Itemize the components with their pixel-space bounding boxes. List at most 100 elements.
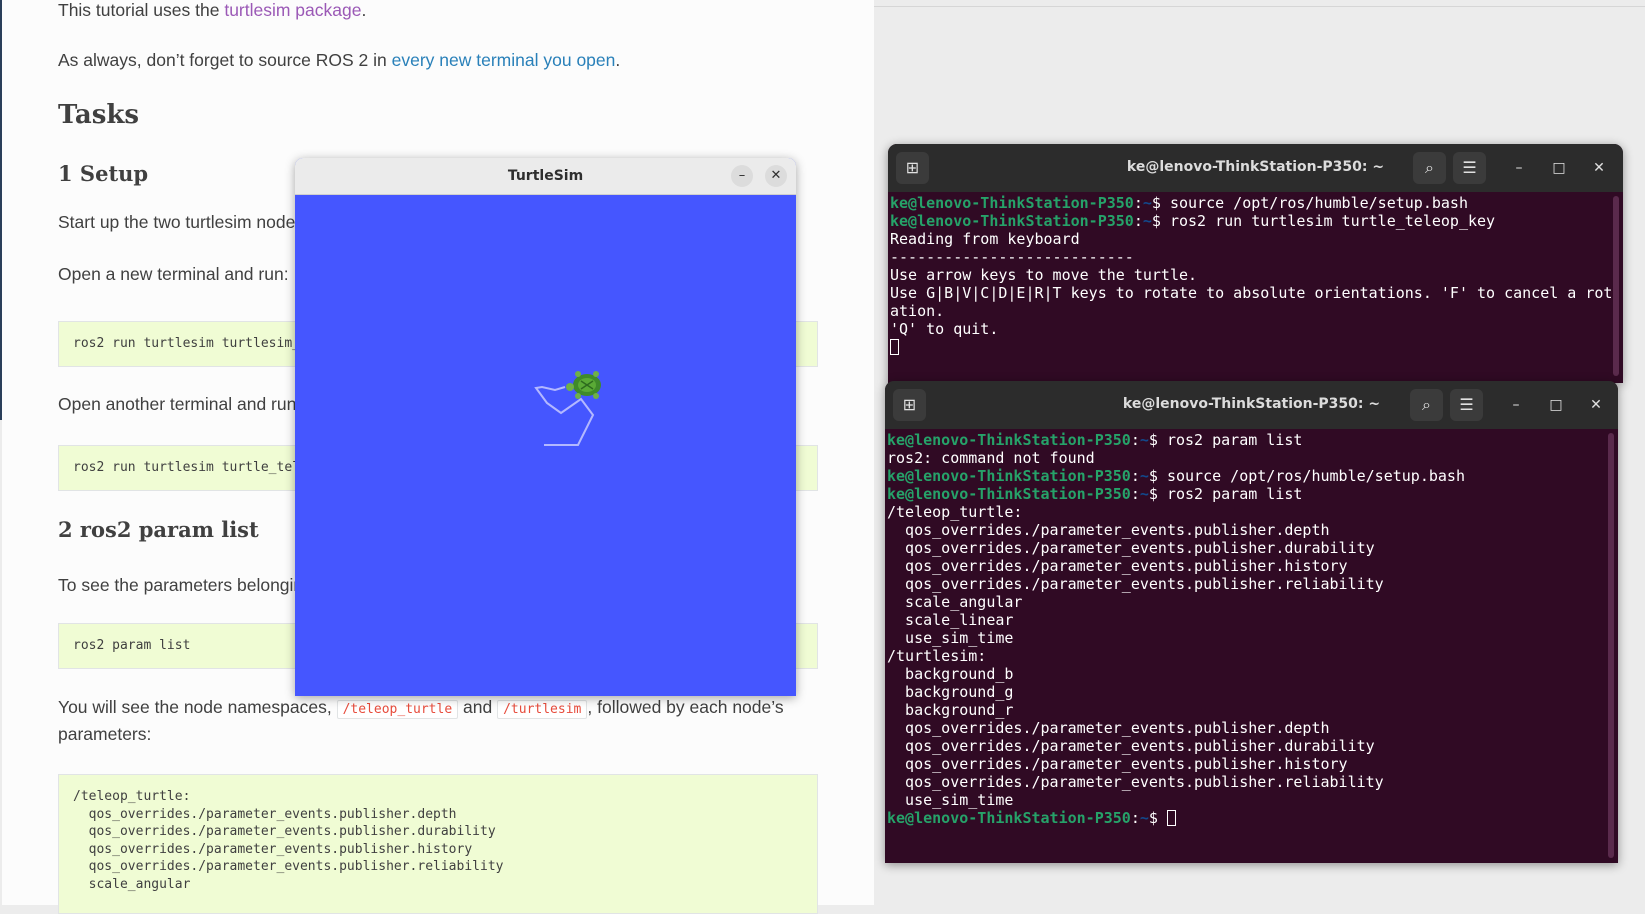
tasks-heading: Tasks bbox=[58, 100, 139, 130]
namespaces-paragraph: You will see the node namespaces, /teleo… bbox=[58, 697, 784, 719]
search-icon: ⌕ bbox=[1422, 395, 1431, 414]
param-list-text: To see the parameters belongin bbox=[58, 575, 304, 595]
close-button[interactable]: ✕ bbox=[765, 165, 787, 187]
source-text: As always, don’t forget to source ROS 2 … bbox=[58, 50, 392, 70]
namespaces-line2: parameters: bbox=[58, 724, 152, 744]
intro-paragraph: This tutorial uses the turtlesim package… bbox=[58, 0, 366, 21]
minimize-icon: – bbox=[1515, 160, 1523, 176]
namespaces-suffix: , followed by each node’s bbox=[587, 697, 784, 717]
minimize-icon: – bbox=[738, 168, 746, 183]
prompt-command: $ bbox=[1148, 809, 1167, 827]
turtlesim-title: TurtleSim bbox=[507, 168, 584, 184]
turtle-trail-canvas bbox=[534, 371, 601, 446]
namespaces-text: You will see the node namespaces, bbox=[58, 697, 337, 717]
code-output-lines: /teleop_turtle: qos_overrides./parameter… bbox=[73, 789, 503, 894]
source-paragraph: As always, don’t forget to source ROS 2 … bbox=[58, 50, 620, 71]
terminal-1-headerbar[interactable]: ⊞ ke@lenovo-ThinkStation-P350: ~ ⌕ ☰ – □… bbox=[888, 144, 1623, 192]
terminal-window-2[interactable]: ⊞ ke@lenovo-ThinkStation-P350: ~ ⌕ ☰ – □… bbox=[885, 381, 1618, 863]
terminal-output-line: qos_overrides./parameter_events.publishe… bbox=[887, 521, 1330, 539]
code-line: ros2 run turtlesim turtle_tel bbox=[73, 460, 300, 475]
terminal-output-line: --------------------------- bbox=[890, 248, 1134, 266]
close-button[interactable]: ✕ bbox=[1586, 395, 1606, 415]
terminal-output-line: qos_overrides./parameter_events.publishe… bbox=[887, 575, 1384, 593]
menu-button[interactable]: ☰ bbox=[1453, 152, 1486, 184]
setup-heading: 1 Setup bbox=[58, 161, 149, 186]
terminal-output-line: Reading from keyboard bbox=[890, 230, 1080, 248]
terminal-cursor-line bbox=[890, 338, 1609, 356]
terminal-prompt-line: ke@lenovo-ThinkStation-P350:~$ source /o… bbox=[890, 194, 1609, 212]
turtlesim-package-link[interactable]: turtlesim package bbox=[224, 0, 361, 20]
terminal-output-line: Use G|B|V|C|D|E|R|T keys to rotate to ab… bbox=[890, 284, 1613, 302]
terminal-output-line: scale_angular bbox=[887, 593, 1023, 611]
terminal-output-line: use_sim_time bbox=[887, 791, 1014, 809]
close-icon: ✕ bbox=[1593, 160, 1605, 176]
turtlesim-titlebar[interactable]: TurtleSim – ✕ bbox=[295, 158, 796, 195]
prompt-command: $ source /opt/ros/humble/setup.bash bbox=[1151, 194, 1468, 212]
terminal-output-line: background_g bbox=[887, 683, 1014, 701]
prompt-user-host: ke@lenovo-ThinkStation-P350 bbox=[887, 485, 1131, 503]
search-button[interactable]: ⌕ bbox=[1410, 389, 1443, 421]
code-line: qos_overrides./parameter_events.publishe… bbox=[73, 806, 457, 822]
terminal-output-line: Use arrow keys to move the turtle. bbox=[890, 266, 1198, 284]
prompt-command: $ ros2 param list bbox=[1148, 485, 1303, 503]
setup-text: Start up the two turtlesim node bbox=[58, 212, 296, 232]
prompt-user-host: ke@lenovo-ThinkStation-P350 bbox=[890, 194, 1134, 212]
prompt-command: $ source /opt/ros/humble/setup.bash bbox=[1148, 467, 1465, 485]
terminal-window-1[interactable]: ⊞ ke@lenovo-ThinkStation-P350: ~ ⌕ ☰ – □… bbox=[888, 144, 1623, 383]
close-button[interactable]: ✕ bbox=[1589, 158, 1609, 178]
param-list-heading: 2 ros2 param list bbox=[58, 517, 259, 542]
terminal-output-line: qos_overrides./parameter_events.publishe… bbox=[887, 737, 1375, 755]
open-terminal-text: Open a new terminal and run: bbox=[58, 264, 289, 284]
terminal-cursor bbox=[890, 339, 899, 355]
terminal-output-line: ation. bbox=[890, 302, 945, 320]
prompt-user-host: ke@lenovo-ThinkStation-P350 bbox=[890, 212, 1134, 230]
minimize-button[interactable]: – bbox=[1506, 395, 1526, 415]
open-another-text: Open another terminal and run bbox=[58, 394, 297, 414]
code-line: ros2 param list bbox=[73, 638, 191, 653]
minimize-button[interactable]: – bbox=[1509, 158, 1529, 178]
prompt-user-host: ke@lenovo-ThinkStation-P350 bbox=[887, 809, 1131, 827]
turtlesim-window[interactable]: TurtleSim – ✕ bbox=[295, 158, 796, 696]
window-left-edge bbox=[0, 0, 2, 420]
terminal-prompt-line: ke@lenovo-ThinkStation-P350:~$ source /o… bbox=[887, 467, 1604, 485]
prompt-separator: : bbox=[1130, 431, 1140, 449]
prompt-separator: : bbox=[1130, 809, 1140, 827]
prompt-path: ~ bbox=[1139, 485, 1149, 503]
terminal-1-output[interactable]: ke@lenovo-ThinkStation-P350:~$ source /o… bbox=[890, 194, 1613, 356]
prompt-path: ~ bbox=[1139, 431, 1149, 449]
namespaces-and: and bbox=[458, 697, 498, 717]
code-line: qos_overrides./parameter_events.publishe… bbox=[73, 824, 496, 839]
menu-button[interactable]: ☰ bbox=[1450, 389, 1483, 421]
intro-suffix: . bbox=[361, 0, 367, 20]
maximize-icon: □ bbox=[1552, 160, 1566, 176]
search-icon: ⌕ bbox=[1425, 158, 1434, 177]
code-line: qos_overrides./parameter_events.publishe… bbox=[73, 859, 504, 874]
code-line: /teleop_turtle: bbox=[73, 789, 191, 804]
maximize-button[interactable]: □ bbox=[1549, 158, 1569, 178]
code-line: ros2 run turtlesim turtlesim_ bbox=[73, 336, 300, 351]
maximize-button[interactable]: □ bbox=[1546, 395, 1566, 415]
terminal-prompt-line: ke@lenovo-ThinkStation-P350:~$ ros2 run … bbox=[890, 212, 1609, 230]
inline-code-turtlesim: /turtlesim bbox=[497, 700, 588, 719]
prompt-path: ~ bbox=[1139, 809, 1149, 827]
code-line: scale_angular bbox=[73, 876, 191, 892]
inline-code-teleop-turtle: /teleop_turtle bbox=[336, 700, 459, 719]
terminal-2-output[interactable]: ke@lenovo-ThinkStation-P350:~$ ros2 para… bbox=[887, 431, 1604, 827]
terminal-2-scrollbar[interactable] bbox=[1608, 433, 1614, 858]
prompt-user-host: ke@lenovo-ThinkStation-P350 bbox=[887, 467, 1131, 485]
search-button[interactable]: ⌕ bbox=[1413, 152, 1446, 184]
source-suffix: . bbox=[615, 50, 621, 70]
prompt-path: ~ bbox=[1142, 212, 1152, 230]
hamburger-menu-icon: ☰ bbox=[1462, 158, 1477, 177]
terminal-output-line: scale_linear bbox=[887, 611, 1014, 629]
terminal-output-line: use_sim_time bbox=[887, 629, 1014, 647]
terminal-prompt-line: ke@lenovo-ThinkStation-P350:~$ bbox=[887, 809, 1604, 827]
terminal-output-line: ros2: command not found bbox=[887, 449, 1095, 467]
terminal-1-scrollbar[interactable] bbox=[1613, 196, 1619, 376]
minimize-button[interactable]: – bbox=[731, 165, 753, 187]
maximize-icon: □ bbox=[1549, 397, 1563, 413]
intro-text: This tutorial uses the bbox=[58, 0, 225, 20]
every-new-terminal-link[interactable]: every new terminal you open bbox=[392, 50, 616, 70]
terminal-2-headerbar[interactable]: ⊞ ke@lenovo-ThinkStation-P350: ~ ⌕ ☰ – □… bbox=[885, 381, 1618, 429]
code-block-param-output[interactable]: /teleop_turtle: qos_overrides./parameter… bbox=[58, 774, 818, 914]
